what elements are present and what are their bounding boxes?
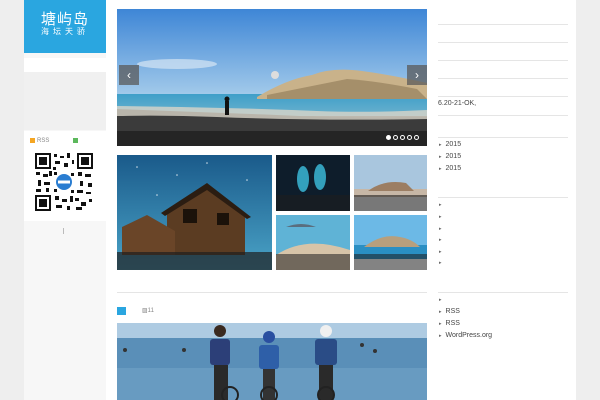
slider-dot[interactable] [414, 135, 419, 140]
image-count-value: 11 [147, 308, 154, 314]
main-divider [117, 292, 427, 293]
right-divider-9 [438, 292, 568, 293]
post-tag-icon[interactable] [117, 307, 126, 315]
hero-image [117, 9, 427, 146]
meta-item[interactable]: ▸ [439, 296, 446, 303]
slider-next-button[interactable]: › [407, 65, 427, 85]
right-divider-5 [438, 96, 568, 97]
category-item[interactable]: ▸ [439, 236, 446, 243]
archive-label: 2015 [445, 153, 462, 160]
rss-label: RSS [37, 138, 50, 145]
archive-item[interactable]: ▸ 2015 [439, 141, 461, 148]
meta-label: WordPress.org [445, 332, 493, 339]
category-item[interactable]: ▸ [439, 201, 446, 208]
bullet-icon: ▸ [439, 309, 442, 315]
photo-tile-rock-island[interactable] [354, 215, 427, 270]
recent-post-text[interactable]: 6.20-21-OK, [438, 100, 476, 107]
bullet-icon: ▸ [439, 202, 442, 208]
meta-item[interactable]: ▸ RSS [439, 320, 460, 327]
category-item[interactable]: ▸ [439, 213, 446, 220]
logo-subtitle: 海坛天骄 [41, 27, 89, 36]
island-image [354, 155, 427, 211]
slider-dot[interactable] [393, 135, 398, 140]
rock-island-image [354, 215, 427, 270]
sidebar-spacer [24, 58, 106, 72]
bullet-icon: ▸ [439, 166, 442, 172]
meta-item[interactable]: ▸ RSS [439, 308, 460, 315]
slider-dot[interactable] [386, 135, 391, 140]
rss-row[interactable]: RSS [30, 138, 80, 144]
sandbar-image [276, 215, 350, 270]
site-logo[interactable]: 塘屿岛 海坛天骄 [24, 0, 106, 53]
post-image-count: ▨11 [142, 307, 154, 314]
post-image[interactable] [117, 323, 427, 400]
archive-item[interactable]: ▸ 2015 [439, 153, 461, 160]
bullet-icon: ▸ [439, 249, 442, 255]
bullet-icon: ▸ [439, 321, 442, 327]
bullet-icon: ▸ [439, 297, 442, 303]
rss-icon [30, 138, 35, 143]
meta-label: RSS [445, 308, 460, 315]
wechat-icon [73, 138, 79, 143]
bullet-icon: ▸ [439, 214, 442, 220]
qr-code [34, 152, 94, 212]
bullet-icon: ▸ [439, 333, 442, 339]
cabin-image [117, 155, 272, 270]
right-divider-4 [438, 78, 568, 79]
right-divider-2 [438, 42, 568, 43]
photo-tile-footprints[interactable] [276, 155, 350, 211]
photo-tile-island[interactable] [354, 155, 427, 211]
meta-item[interactable]: ▸ WordPress.org [439, 332, 492, 339]
hero-slider[interactable]: ‹ › [117, 9, 427, 146]
slider-prev-button[interactable]: ‹ [119, 65, 139, 85]
slider-pagination [386, 135, 419, 140]
category-item[interactable]: ▸ [439, 259, 446, 266]
bullet-icon: ▸ [439, 226, 442, 232]
slider-dot[interactable] [400, 135, 405, 140]
bullet-icon: ▸ [439, 237, 442, 243]
right-divider-3 [438, 60, 568, 61]
right-divider-8 [438, 197, 568, 198]
category-item[interactable]: ▸ [439, 248, 446, 255]
right-divider-1 [438, 24, 568, 25]
bullet-icon: ▸ [439, 154, 442, 160]
photo-tile-sandbar[interactable] [276, 215, 350, 270]
archive-item[interactable]: ▸ 2015 [439, 165, 461, 172]
category-item[interactable]: ▸ [439, 225, 446, 232]
slider-dot[interactable] [407, 135, 412, 140]
right-divider-6 [438, 115, 568, 116]
sidebar-divider [63, 228, 64, 234]
sidebar-widget [24, 72, 106, 130]
meta-label: RSS [445, 320, 460, 327]
bikers-image [117, 323, 427, 400]
right-divider-7 [438, 137, 568, 138]
bullet-icon: ▸ [439, 142, 442, 148]
footprints-image [276, 155, 350, 211]
photo-tile-cabin[interactable] [117, 155, 272, 270]
archive-label: 2015 [445, 165, 462, 172]
archive-label: 2015 [445, 141, 462, 148]
bullet-icon: ▸ [439, 260, 442, 266]
